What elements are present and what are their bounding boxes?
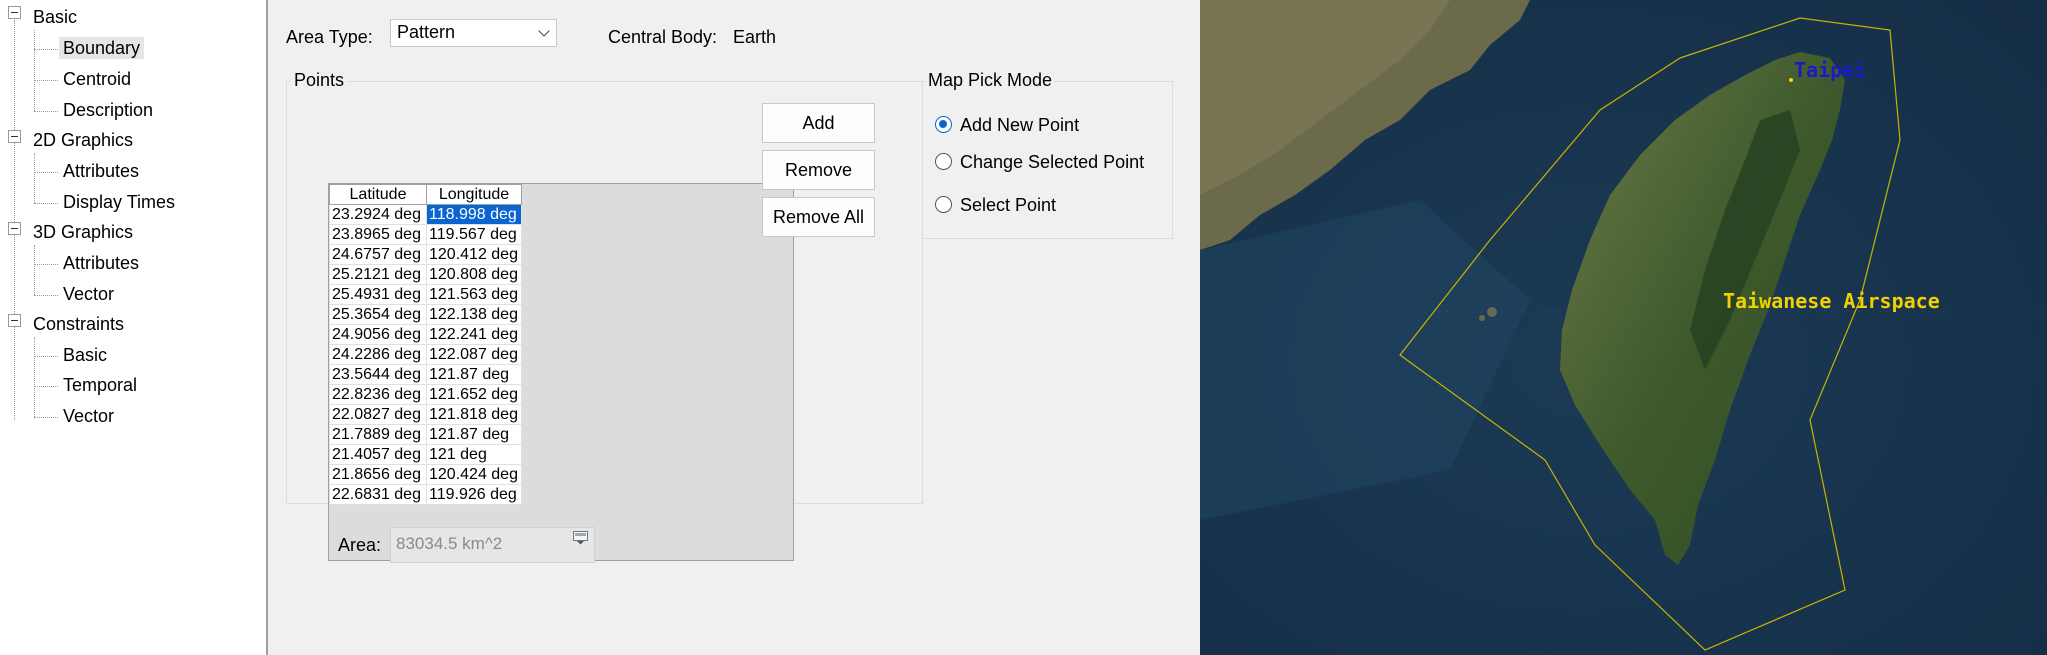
tree-item-boundary[interactable]: Boundary xyxy=(59,37,145,59)
longitude-cell[interactable]: 121 deg xyxy=(426,444,522,465)
longitude-cell[interactable]: 120.424 deg xyxy=(426,464,522,485)
map-pick-mode-group: Map Pick Mode Add New Point Change Selec… xyxy=(922,70,1173,239)
points-table: Latitude Longitude 23.2924 deg 118.998 de… xyxy=(329,184,522,505)
collapse-3d-graphics-icon[interactable] xyxy=(8,222,21,235)
latitude-cell[interactable]: 24.6757 deg xyxy=(329,244,427,265)
table-row[interactable]: 23.2924 deg 118.998 deg xyxy=(329,204,522,225)
latitude-cell[interactable]: 25.2121 deg xyxy=(329,264,427,285)
tree-group-3d-graphics[interactable]: 3D Graphics xyxy=(33,222,133,243)
table-row[interactable]: 21.8656 deg 120.424 deg xyxy=(329,464,522,485)
latitude-cell[interactable]: 22.6831 deg xyxy=(329,484,427,505)
area-value: 83034.5 km^2 xyxy=(396,534,503,553)
latitude-cell[interactable]: 23.2924 deg xyxy=(329,204,427,225)
latitude-cell[interactable]: 21.7889 deg xyxy=(329,424,427,445)
table-row[interactable]: 24.6757 deg 120.412 deg xyxy=(329,244,522,265)
latitude-cell[interactable]: 21.8656 deg xyxy=(329,464,427,485)
tree-item-2d-attributes[interactable]: Attributes xyxy=(63,161,139,182)
remove-button[interactable]: Remove xyxy=(762,150,875,190)
select-point-label[interactable]: Select Point xyxy=(960,195,1056,216)
latitude-cell[interactable]: 21.4057 deg xyxy=(329,444,427,465)
longitude-cell[interactable]: 120.412 deg xyxy=(426,244,522,265)
latitude-header[interactable]: Latitude xyxy=(329,184,427,205)
tree-item-constraints-vector[interactable]: Vector xyxy=(63,406,114,427)
longitude-cell[interactable]: 121.818 deg xyxy=(426,404,522,425)
table-row[interactable]: 21.4057 deg 121 deg xyxy=(329,444,522,465)
central-body-value: Earth xyxy=(733,27,777,47)
table-row[interactable]: 22.6831 deg 119.926 deg xyxy=(329,484,522,505)
latitude-cell[interactable]: 23.8965 deg xyxy=(329,224,427,245)
boundary-properties-panel: Area Type: Pattern Central Body: Earth P… xyxy=(268,0,1200,655)
taipei-label: Taipei xyxy=(1794,58,1866,82)
map-canvas[interactable]: Taipei Taiwanese Airspace xyxy=(1200,0,2047,655)
select-point-radio[interactable] xyxy=(935,196,952,213)
longitude-cell[interactable]: 122.138 deg xyxy=(426,304,522,325)
longitude-cell[interactable]: 122.087 deg xyxy=(426,344,522,365)
tree-item-temporal[interactable]: Temporal xyxy=(63,375,137,396)
add-button[interactable]: Add xyxy=(762,103,875,143)
tree-item-3d-attributes[interactable]: Attributes xyxy=(63,253,139,274)
latitude-cell[interactable]: 22.8236 deg xyxy=(329,384,427,405)
points-grid[interactable]: Latitude Longitude 23.2924 deg 118.998 de… xyxy=(328,183,794,561)
table-row[interactable]: 23.8965 deg 119.567 deg xyxy=(329,224,522,245)
navigation-tree: Basic Boundary Centroid Description 2D G… xyxy=(0,0,268,655)
change-selected-point-radio[interactable] xyxy=(935,153,952,170)
latitude-cell[interactable]: 24.2286 deg xyxy=(329,344,427,365)
area-type-value: Pattern xyxy=(397,22,456,42)
longitude-cell[interactable]: 122.241 deg xyxy=(426,324,522,345)
longitude-cell[interactable]: 118.998 deg xyxy=(426,204,522,225)
latitude-cell[interactable]: 25.4931 deg xyxy=(329,284,427,305)
area-label: Area: xyxy=(338,535,382,555)
table-row[interactable]: 22.8236 deg 121.652 deg xyxy=(329,384,522,405)
area-type-select[interactable]: Pattern xyxy=(390,19,557,47)
points-group: Points Latitude Longitude 23.2924 deg 118… xyxy=(286,70,923,561)
change-selected-point-label[interactable]: Change Selected Point xyxy=(960,152,1144,173)
tree-item-display-times[interactable]: Display Times xyxy=(63,192,175,213)
longitude-cell[interactable]: 119.926 deg xyxy=(426,484,522,505)
taipei-marker xyxy=(1789,78,1793,82)
tree-group-2d-graphics[interactable]: 2D Graphics xyxy=(33,130,133,151)
table-row[interactable]: 25.3654 deg 122.138 deg xyxy=(329,304,522,325)
tree-item-description[interactable]: Description xyxy=(63,100,153,121)
table-row[interactable]: 24.2286 deg 122.087 deg xyxy=(329,344,522,365)
add-new-point-radio[interactable] xyxy=(935,116,952,133)
penghu-islet xyxy=(1479,315,1485,321)
map-view[interactable]: Taipei Taiwanese Airspace xyxy=(1200,0,2047,655)
latitude-cell[interactable]: 24.9056 deg xyxy=(329,324,427,345)
chevron-down-icon xyxy=(538,25,550,37)
longitude-cell[interactable]: 121.87 deg xyxy=(426,424,522,445)
area-type-label: Area Type: xyxy=(286,27,373,47)
area-field: 83034.5 km^2 xyxy=(390,527,595,563)
central-body-label: Central Body: xyxy=(608,27,718,47)
table-row[interactable]: 25.2121 deg 120.808 deg xyxy=(329,264,522,285)
add-new-point-label[interactable]: Add New Point xyxy=(960,115,1079,136)
tree-group-basic[interactable]: Basic xyxy=(33,7,77,28)
table-row[interactable]: 22.0827 deg 121.818 deg xyxy=(329,404,522,425)
tree-group-constraints[interactable]: Constraints xyxy=(33,314,124,335)
collapse-2d-graphics-icon[interactable] xyxy=(8,130,21,143)
longitude-cell[interactable]: 121.652 deg xyxy=(426,384,522,405)
latitude-cell[interactable]: 22.0827 deg xyxy=(329,404,427,425)
longitude-cell[interactable]: 121.87 deg xyxy=(426,364,522,385)
longitude-cell[interactable]: 120.808 deg xyxy=(426,264,522,285)
longitude-cell[interactable]: 119.567 deg xyxy=(426,224,522,245)
tree-item-centroid[interactable]: Centroid xyxy=(63,69,131,90)
table-row[interactable]: 21.7889 deg 121.87 deg xyxy=(329,424,522,445)
calculator-icon[interactable] xyxy=(573,531,588,545)
table-row[interactable]: 25.4931 deg 121.563 deg xyxy=(329,284,522,305)
table-row[interactable]: 23.5644 deg 121.87 deg xyxy=(329,364,522,385)
longitude-cell[interactable]: 121.563 deg xyxy=(426,284,522,305)
points-title: Points xyxy=(291,70,348,91)
airspace-label: Taiwanese Airspace xyxy=(1723,289,1940,313)
longitude-header[interactable]: Longitude xyxy=(426,184,522,205)
map-pick-mode-title: Map Pick Mode xyxy=(925,70,1056,91)
latitude-cell[interactable]: 25.3654 deg xyxy=(329,304,427,325)
latitude-cell[interactable]: 23.5644 deg xyxy=(329,364,427,385)
remove-all-button[interactable]: Remove All xyxy=(762,197,875,237)
collapse-constraints-icon[interactable] xyxy=(8,314,21,327)
table-row[interactable]: 24.9056 deg 122.241 deg xyxy=(329,324,522,345)
collapse-basic-icon[interactable] xyxy=(8,6,21,19)
tree-item-3d-vector[interactable]: Vector xyxy=(63,284,114,305)
tree-item-constraints-basic[interactable]: Basic xyxy=(63,345,107,366)
